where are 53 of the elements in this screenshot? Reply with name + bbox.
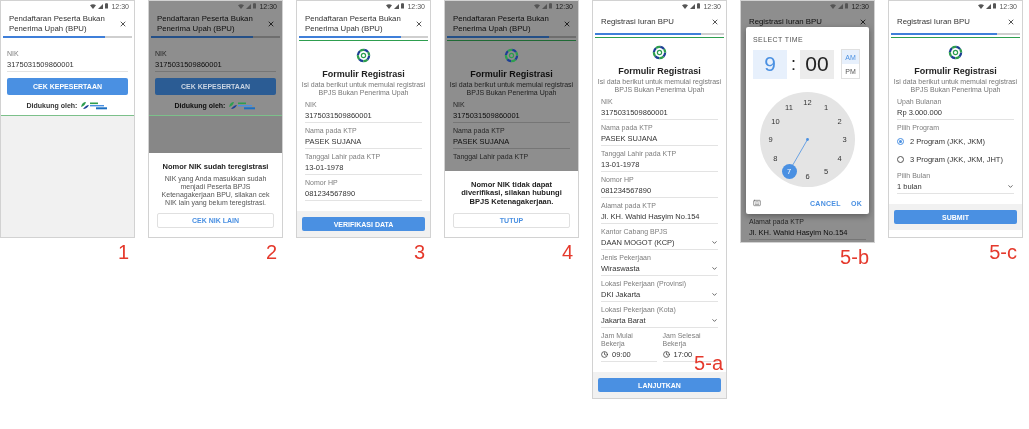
form-title: Formulir Registrasi <box>914 66 997 76</box>
logo-icon <box>356 48 371 63</box>
logo-icon <box>652 45 667 60</box>
form-title: Formulir Registrasi <box>618 66 701 76</box>
chevron-down-icon <box>711 265 718 272</box>
time-separator: : <box>791 53 796 75</box>
signal-icon <box>246 3 252 9</box>
chevron-down-icon <box>711 317 718 324</box>
step-number: 1 <box>117 242 129 262</box>
wifi-icon <box>386 3 393 9</box>
signal-icon <box>542 3 548 9</box>
clock-icon <box>662 351 670 358</box>
step-number: 2 <box>265 242 277 262</box>
battery-icon <box>105 3 109 9</box>
close-button[interactable] <box>267 19 275 28</box>
wifi-icon <box>978 3 985 9</box>
battery-icon <box>845 3 849 9</box>
logo-icon <box>80 101 109 110</box>
logo-icon <box>228 101 257 110</box>
battery-icon <box>697 3 701 9</box>
close-button[interactable] <box>415 19 423 28</box>
battery-icon <box>253 3 257 9</box>
signal-icon <box>394 3 400 9</box>
wifi-icon <box>830 3 837 9</box>
form-title: Formulir Registrasi <box>322 69 405 79</box>
battery-icon <box>549 3 553 9</box>
signal-icon <box>98 3 104 9</box>
close-button[interactable] <box>1007 18 1015 26</box>
step-number: 3 <box>413 242 425 262</box>
chevron-down-icon <box>1007 183 1014 190</box>
minute-display[interactable]: 00 <box>800 49 834 79</box>
logo-icon <box>504 48 519 63</box>
close-button[interactable] <box>563 19 571 28</box>
chevron-down-icon <box>711 291 718 298</box>
signal-icon <box>690 3 696 9</box>
form-title: Formulir Registrasi <box>470 69 553 79</box>
signal-icon <box>986 3 992 9</box>
step-number: 5-c <box>989 242 1017 262</box>
wifi-icon <box>534 3 541 9</box>
battery-icon <box>993 3 997 9</box>
wifi-icon <box>90 3 97 9</box>
clock-icon <box>601 351 608 358</box>
battery-icon <box>401 3 405 9</box>
chevron-down-icon <box>711 239 718 246</box>
close-button[interactable] <box>859 18 867 26</box>
step-number: 4 <box>561 242 573 262</box>
close-button[interactable] <box>119 19 127 28</box>
logo-icon <box>948 45 963 60</box>
wifi-icon <box>682 3 689 9</box>
signal-icon <box>838 3 844 9</box>
step-number: 5-b <box>840 247 869 267</box>
close-button[interactable] <box>711 18 719 26</box>
wifi-icon <box>238 3 245 9</box>
